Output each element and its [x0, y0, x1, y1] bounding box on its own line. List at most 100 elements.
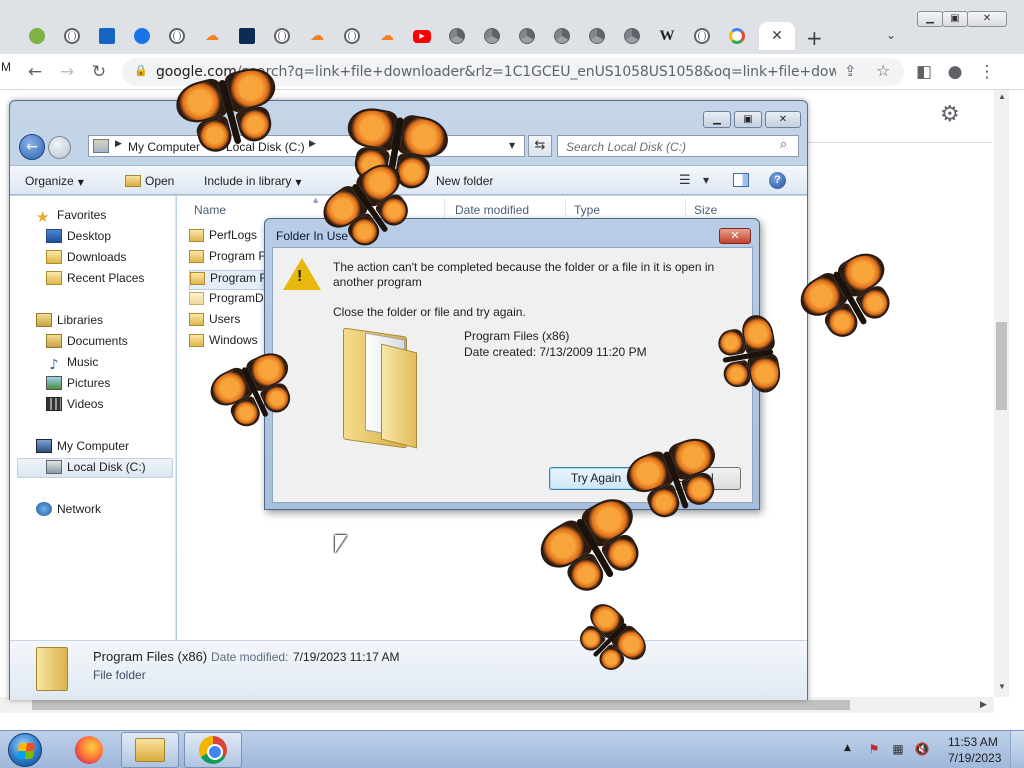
share-icon[interactable]: ⇪ — [844, 62, 857, 80]
explorer-maximize-button[interactable]: ▣ — [734, 111, 762, 128]
new-tab-button[interactable]: + — [806, 26, 823, 50]
column-header-type[interactable]: Type — [574, 203, 600, 217]
tab-search-chevron-icon[interactable]: ⌄ — [886, 28, 896, 42]
taskbar-explorer[interactable] — [121, 732, 179, 768]
chrome-maximize-button[interactable]: ▣ — [942, 11, 968, 27]
open-label: Open — [145, 174, 175, 188]
hscroll-thumb[interactable] — [32, 700, 850, 710]
tab-18[interactable] — [617, 22, 647, 50]
tray-overflow-icon[interactable]: ▲ — [844, 743, 851, 753]
breadcrumb-arrow-icon[interactable]: ▶ — [115, 139, 122, 149]
views-icon[interactable]: ☰ — [679, 173, 691, 188]
nav-recent-places[interactable]: Recent Places — [46, 271, 144, 289]
show-desktop-button[interactable] — [1010, 731, 1024, 768]
nav-local-disk[interactable]: Local Disk (C:) — [46, 460, 146, 478]
scroll-down-arrow-icon[interactable]: ▼ — [998, 682, 1006, 691]
music-note-icon: ♪ — [49, 357, 59, 373]
nav-label: Documents — [67, 334, 128, 348]
help-icon[interactable]: ? — [769, 172, 786, 189]
nav-music[interactable]: ♪ Music — [46, 355, 99, 373]
nav-desktop[interactable]: Desktop — [46, 229, 111, 247]
explorer-minimize-button[interactable]: ▁ — [703, 111, 731, 128]
dialog-close-button[interactable]: ✕ — [719, 228, 751, 244]
nav-favorites[interactable]: ★ Favorites — [36, 208, 106, 226]
chevron-down-icon[interactable]: ▼ — [703, 176, 709, 185]
tab-15[interactable] — [512, 22, 542, 50]
tab-13[interactable] — [442, 22, 472, 50]
nav-libraries[interactable]: Libraries — [36, 313, 103, 331]
page-vertical-scrollbar[interactable]: ▲ ▼ — [994, 90, 1009, 697]
settings-gear-icon[interactable]: ⚙ — [940, 102, 960, 127]
action-center-flag-icon[interactable]: ⚑ — [866, 741, 882, 757]
column-separator[interactable] — [444, 198, 445, 220]
chrome-menu-kebab-icon[interactable]: ⋮ — [975, 60, 999, 84]
forward-arrow-icon[interactable]: → — [55, 60, 79, 84]
tab-7[interactable] — [232, 22, 262, 50]
tab-12[interactable]: ▶ — [407, 22, 437, 50]
clock-time[interactable]: 11:53 AM — [948, 735, 998, 749]
clock-date[interactable]: 7/19/2023 — [948, 751, 1001, 765]
nav-videos[interactable]: Videos — [46, 397, 103, 415]
nav-documents[interactable]: Documents — [46, 334, 128, 352]
tab-9[interactable]: ☁ — [302, 22, 332, 50]
reload-icon[interactable]: ↻ — [87, 60, 111, 84]
tab-active[interactable]: ✕ — [759, 22, 795, 50]
tab-4[interactable] — [127, 22, 157, 50]
pictures-icon — [46, 376, 62, 390]
tab-16[interactable] — [547, 22, 577, 50]
tab-14[interactable] — [477, 22, 507, 50]
breadcrumb-arrow-icon[interactable]: ▶ — [309, 139, 316, 149]
tab-10[interactable] — [337, 22, 367, 50]
side-panel-icon[interactable]: ◧ — [912, 60, 936, 84]
open-button[interactable]: Open — [125, 174, 174, 188]
tab-17[interactable] — [582, 22, 612, 50]
tab-6[interactable]: ☁ — [197, 22, 227, 50]
volume-muted-icon[interactable]: 🔇 — [914, 741, 930, 757]
tab-21[interactable] — [722, 22, 752, 50]
explorer-forward-button[interactable] — [48, 136, 71, 159]
profile-avatar-icon[interactable]: ● — [943, 60, 967, 84]
tab-close-icon[interactable]: ✕ — [771, 28, 783, 44]
nav-label: Music — [67, 355, 99, 369]
chrome-minimize-button[interactable]: ▁ — [917, 11, 943, 27]
tab-19[interactable]: W — [652, 22, 682, 50]
explorer-search-input[interactable]: Search Local Disk (C:) ⌕ — [557, 135, 799, 157]
organize-button[interactable]: Organize ▼ — [25, 174, 84, 188]
network-tray-icon[interactable]: ▦ — [890, 741, 906, 757]
tab-11[interactable]: ☁ — [372, 22, 402, 50]
column-separator[interactable] — [685, 198, 686, 220]
address-dropdown-icon[interactable]: ▼ — [509, 141, 515, 150]
folder-icon — [190, 272, 205, 285]
scroll-right-arrow-icon[interactable]: ▶ — [980, 699, 987, 710]
star-bookmark-icon[interactable]: ☆ — [876, 61, 890, 80]
tab-5[interactable] — [162, 22, 192, 50]
column-header-name[interactable]: Name — [194, 203, 226, 217]
taskbar-firefox[interactable] — [60, 732, 118, 768]
chevron-down-icon: ▼ — [295, 178, 302, 187]
explorer-back-button[interactable]: ← — [19, 134, 45, 160]
nav-network[interactable]: Network — [36, 502, 101, 520]
back-arrow-icon[interactable]: ← — [23, 60, 47, 84]
refresh-button[interactable]: ⇆ — [528, 135, 552, 157]
nav-pictures[interactable]: Pictures — [46, 376, 110, 394]
tab-1[interactable] — [22, 22, 52, 50]
tab-2[interactable] — [57, 22, 87, 50]
nav-downloads[interactable]: Downloads — [46, 250, 126, 268]
explorer-address-bar[interactable]: ▶ My Computer ▶ Local Disk (C:) ▶ ▼ — [88, 135, 525, 157]
column-separator[interactable] — [565, 198, 566, 220]
explorer-close-button[interactable]: ✕ — [765, 111, 801, 128]
tab-3[interactable] — [92, 22, 122, 50]
scroll-thumb[interactable] — [996, 322, 1007, 410]
nav-my-computer[interactable]: My Computer — [36, 439, 129, 457]
tab-8[interactable] — [267, 22, 297, 50]
search-icon[interactable]: ⌕ — [780, 137, 787, 152]
taskbar-chrome[interactable] — [184, 732, 242, 768]
include-in-library-button[interactable]: Include in library ▼ — [204, 174, 302, 188]
column-header-date[interactable]: Date modified — [455, 203, 529, 217]
chrome-close-button[interactable]: ✕ — [967, 11, 1007, 27]
preview-pane-icon[interactable] — [733, 173, 749, 187]
start-button[interactable] — [8, 733, 42, 767]
scroll-up-arrow-icon[interactable]: ▲ — [998, 92, 1006, 101]
tab-20[interactable] — [687, 22, 717, 50]
column-header-size[interactable]: Size — [694, 203, 717, 217]
